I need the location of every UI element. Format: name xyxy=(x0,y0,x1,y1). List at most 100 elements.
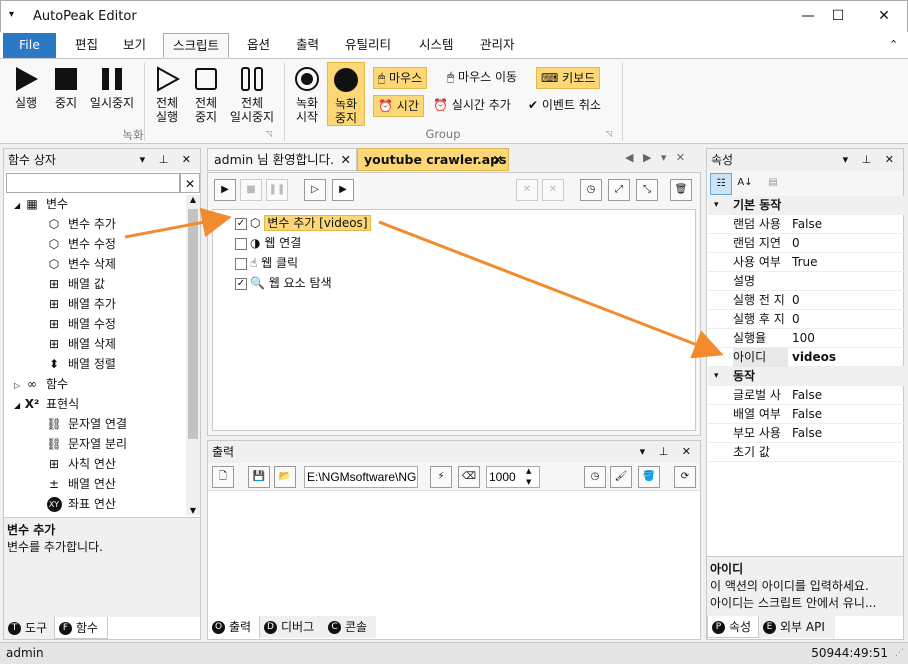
tree-item-string-concat[interactable]: ⛓ 문자열 연결 xyxy=(46,415,127,432)
realtime-add-toggle[interactable]: ⏰ 실시간 추가 xyxy=(429,95,515,117)
pause-icon[interactable]: ❚❚ xyxy=(266,179,288,201)
clock-icon[interactable]: ◷ xyxy=(580,179,602,201)
minimize-button[interactable]: — xyxy=(793,5,823,27)
property-row[interactable]: 사용 여부 True xyxy=(708,253,904,272)
tab-welcome[interactable]: admin 님 환영합니다. ✕ xyxy=(207,148,357,171)
property-row[interactable]: 초기 값 xyxy=(708,443,904,462)
tab-system[interactable]: 시스템 xyxy=(410,33,463,58)
panel-pin-close-icons[interactable]: ▾ ⊥ ✕ xyxy=(140,149,196,171)
tab-script[interactable]: 스크립트 xyxy=(163,33,230,58)
step-play-icon[interactable]: ▷ xyxy=(304,179,326,201)
action-item[interactable]: ☝ 웹 클릭 xyxy=(235,254,298,271)
tab-debug[interactable]: D 디버그 xyxy=(260,616,324,638)
dialog-launcher-icon[interactable]: ◹ xyxy=(606,129,612,138)
tree-item-arithmetic[interactable]: ⊞ 사칙 연산 xyxy=(46,455,116,472)
tab-youtube-crawler[interactable]: youtube crawler.aps ✕ xyxy=(357,148,509,171)
keyboard-toggle[interactable]: ⌨ 키보드 xyxy=(536,67,601,89)
property-pages-icon[interactable]: ▤ xyxy=(762,173,784,195)
tree-node-variable[interactable]: ◢ ▦ 변수 xyxy=(14,195,68,212)
property-row[interactable]: 랜덤 지연 0 xyxy=(708,234,904,253)
category-action[interactable]: ▾ 동작 xyxy=(708,367,904,386)
tab-tools[interactable]: T 도구 xyxy=(4,617,54,639)
action-item[interactable]: ◑ 웹 연결 xyxy=(235,234,301,251)
tree-item-array-operation[interactable]: ± 배열 연산 xyxy=(46,475,116,492)
tab-close-icon[interactable]: ✕ xyxy=(493,149,503,171)
stop-icon[interactable]: ■ xyxy=(240,179,262,201)
tree-item-variable-add[interactable]: ⬡ 변수 추가 xyxy=(46,215,116,232)
tree-item-variable-edit[interactable]: ⬡ 변수 수정 xyxy=(46,235,116,252)
new-file-icon[interactable]: 🗋 xyxy=(212,466,234,488)
clear-search-icon[interactable]: ✕ xyxy=(180,173,200,193)
category-basic[interactable]: ▾ 기본 동작 xyxy=(708,196,904,215)
brush-icon[interactable]: 🖌 xyxy=(610,466,632,488)
tab-view[interactable]: 보기 xyxy=(114,33,155,58)
stop-all-button[interactable]: 전체 중지 xyxy=(188,65,224,124)
tree-item-array-add[interactable]: ⊞ 배열 추가 xyxy=(46,295,116,312)
action-checkbox[interactable] xyxy=(235,237,247,250)
delete-icon[interactable]: 🗑 xyxy=(670,179,692,201)
property-row[interactable]: 배열 여부 False xyxy=(708,405,904,424)
resize-grip-icon[interactable]: ⋰ xyxy=(895,643,904,663)
mouse-move-toggle[interactable]: 🖱 마우스 이동 xyxy=(443,67,521,89)
expand-icon[interactable]: ⤢ xyxy=(608,179,630,201)
line-count-input[interactable] xyxy=(486,466,540,488)
scroll-thumb[interactable] xyxy=(188,209,198,439)
action-item[interactable]: ✓ ⬡ 변수 추가 [videos] xyxy=(235,214,371,231)
tab-external-api[interactable]: E 외부 API xyxy=(759,616,835,638)
tab-output-log[interactable]: O 출력 xyxy=(208,616,260,638)
output-path-input[interactable] xyxy=(304,466,418,488)
time-toggle[interactable]: ⏰ 시간 xyxy=(373,95,424,117)
property-row[interactable]: 설명 xyxy=(708,272,904,291)
tree-item-array-delete[interactable]: ⊞ 배열 삭제 xyxy=(46,335,116,352)
action-checkbox[interactable]: ✓ xyxy=(235,217,247,230)
open-folder-icon[interactable]: 📂 xyxy=(274,466,296,488)
tab-options[interactable]: 옵션 xyxy=(238,33,279,58)
tree-item-array-edit[interactable]: ⊞ 배열 수정 xyxy=(46,315,116,332)
tree-scrollbar[interactable]: ▲ ▼ xyxy=(186,195,200,515)
function-search-input[interactable] xyxy=(6,173,180,193)
clean-icon[interactable]: ⚡ xyxy=(430,466,452,488)
play-box-icon[interactable]: ▶ xyxy=(332,179,354,201)
tab-edit[interactable]: 편집 xyxy=(66,33,107,58)
property-row[interactable]: 실행율 100 xyxy=(708,329,904,348)
action-checkbox[interactable]: ✓ xyxy=(235,277,247,290)
property-row-selected[interactable]: 아이디 videos xyxy=(708,348,904,367)
save-icon[interactable]: 💾 xyxy=(248,466,270,488)
tab-nav-icons[interactable]: ◀ ▶ ▾ ✕ xyxy=(625,151,688,164)
tree-item-array-sort[interactable]: ⬍ 배열 정렬 xyxy=(46,355,116,372)
quick-access-icon[interactable]: ▾ xyxy=(9,9,14,20)
collapse-icon[interactable]: ⤡ xyxy=(636,179,658,201)
run-all-button[interactable]: 전체 실행 xyxy=(148,65,186,124)
event-cancel-toggle[interactable]: ✔ 이벤트 취소 xyxy=(524,95,605,117)
remove-all-box-icon[interactable]: ✕ xyxy=(542,179,564,201)
record-start-button[interactable]: 녹화 시작 xyxy=(290,65,324,124)
run-button[interactable]: 실행 xyxy=(8,65,44,110)
action-checkbox[interactable] xyxy=(235,257,247,270)
panel-pin-close-icons[interactable]: ▾ ⊥ ✕ xyxy=(640,441,696,463)
tree-item-array-value[interactable]: ⊞ 배열 값 xyxy=(46,275,105,292)
property-row[interactable]: 실행 후 지0 xyxy=(708,310,904,329)
refresh-icon[interactable]: ⟳ xyxy=(674,466,696,488)
pause-all-button[interactable]: 전체 일시중지 xyxy=(226,65,278,124)
panel-pin-close-icons[interactable]: ▾ ⊥ ✕ xyxy=(843,149,899,171)
tab-utility[interactable]: 유틸리티 xyxy=(336,33,400,58)
close-button[interactable]: ✕ xyxy=(869,5,899,27)
tab-properties[interactable]: P 속성 xyxy=(707,616,759,638)
action-item[interactable]: ✓ 🔍 웹 요소 탐색 xyxy=(235,274,332,291)
property-row[interactable]: 실행 전 지0 xyxy=(708,291,904,310)
categorized-icon[interactable]: ☷ xyxy=(710,173,732,195)
property-row[interactable]: 글로벌 사 False xyxy=(708,386,904,405)
tab-close-icon[interactable]: ✕ xyxy=(341,149,351,171)
tree-item-string-split[interactable]: ⛓ 문자열 분리 xyxy=(46,435,127,452)
play-icon[interactable]: ▶ xyxy=(214,179,236,201)
tab-output[interactable]: 출력 xyxy=(287,33,328,58)
maximize-button[interactable]: ☐ xyxy=(823,5,853,27)
eraser-icon[interactable]: ⌫ xyxy=(458,466,480,488)
number-spinner[interactable]: ▲ ▼ xyxy=(526,466,531,488)
tree-item-variable-delete[interactable]: ⬡ 변수 삭제 xyxy=(46,255,116,272)
dialog-launcher-icon[interactable]: ◹ xyxy=(266,129,272,138)
record-stop-button[interactable]: 녹화 중지 xyxy=(327,62,365,126)
file-menu[interactable]: File xyxy=(3,33,56,58)
tree-item-coordinate-operation[interactable]: XY 좌표 연산 xyxy=(46,495,116,512)
mouse-toggle[interactable]: 🖱 마우스 xyxy=(373,67,428,89)
